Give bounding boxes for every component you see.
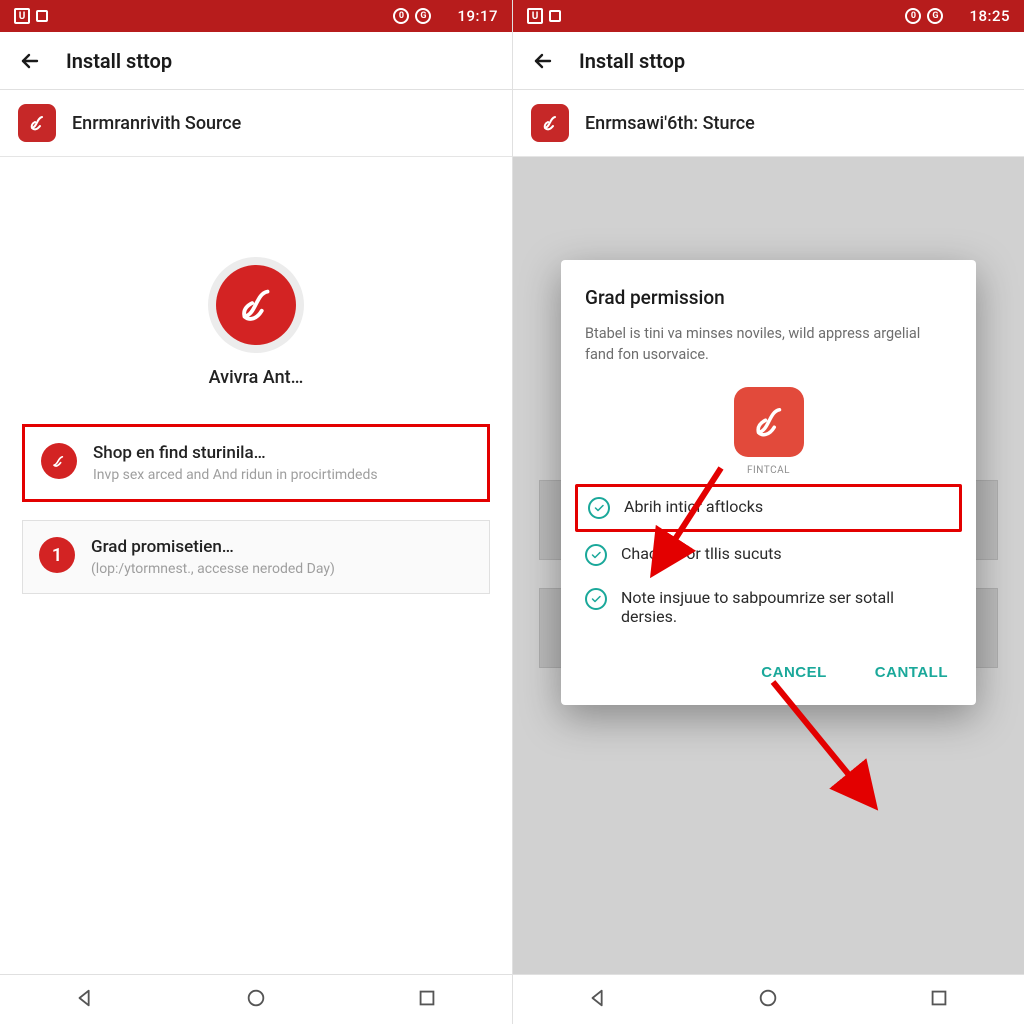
app-name: Avivra Ant… xyxy=(209,367,304,388)
back-icon[interactable] xyxy=(18,49,42,73)
card-icon xyxy=(41,443,77,479)
permission-item-1[interactable]: Abrih intior aftlocks xyxy=(575,484,962,532)
back-icon[interactable] xyxy=(531,49,555,73)
app-header: Install sttop xyxy=(513,32,1024,90)
cancel-button[interactable]: CANCEL xyxy=(757,656,831,689)
status-vpn-icon: 0 xyxy=(905,8,921,24)
confirm-button[interactable]: CANTALL xyxy=(871,656,952,689)
status-app-icon: U xyxy=(527,8,543,24)
card-subtitle: (lop:/ytormnest., accesse neroded Day) xyxy=(91,561,335,577)
check-icon xyxy=(585,544,607,566)
nav-home-icon[interactable] xyxy=(245,987,267,1013)
nav-recent-icon[interactable] xyxy=(928,987,950,1013)
dialog-title: Grad permission xyxy=(585,286,952,309)
install-step-card-1[interactable]: Shop en find sturinila… Invp sex arced a… xyxy=(22,424,490,502)
permission-label: Note insjuue to sabpoumrize ser sotall d… xyxy=(621,588,952,626)
status-bar: U 0 G 19:17 xyxy=(0,0,512,32)
nav-recent-icon[interactable] xyxy=(416,987,438,1013)
status-app-icon: U xyxy=(14,8,30,24)
permission-item-2[interactable]: Chacleal or tllis sucuts xyxy=(585,544,952,566)
install-source-label: Enrmranrivith Source xyxy=(72,113,241,134)
install-step-card-2[interactable]: 1 Grad promisetien… (lop:/ytormnest., ac… xyxy=(22,520,490,594)
nav-back-icon[interactable] xyxy=(587,987,609,1013)
status-sync-icon: G xyxy=(927,8,943,24)
status-vpn-icon: 0 xyxy=(393,8,409,24)
status-time: 19:17 xyxy=(457,7,498,25)
install-source-row[interactable]: Enrmsawi'6th: Sturce xyxy=(513,90,1024,157)
dialog-description: Btabel is tini va minses noviles, wild a… xyxy=(585,323,952,365)
source-app-icon xyxy=(18,104,56,142)
status-notification-icon xyxy=(549,10,561,22)
system-nav-bar xyxy=(513,974,1024,1024)
install-source-row[interactable]: Enrmranrivith Source xyxy=(0,90,512,157)
nav-back-icon[interactable] xyxy=(74,987,96,1013)
page-title: Install sttop xyxy=(579,49,685,73)
status-notification-icon xyxy=(36,10,48,22)
dialog-icon-caption: FINTCAL xyxy=(747,465,790,476)
nav-home-icon[interactable] xyxy=(757,987,779,1013)
check-icon xyxy=(588,497,610,519)
card-title: Grad promisetien… xyxy=(91,537,335,557)
card-number-icon: 1 xyxy=(39,537,75,573)
install-source-label: Enrmsawi'6th: Sturce xyxy=(585,113,755,134)
screenshot-left: U 0 G 19:17 Install sttop Enr xyxy=(0,0,512,1024)
app-header: Install sttop xyxy=(0,32,512,90)
card-subtitle: Invp sex arced and And ridun in procirti… xyxy=(93,467,378,483)
dialog-app-icon xyxy=(734,387,804,457)
app-badge-ring xyxy=(208,257,304,353)
page-title: Install sttop xyxy=(66,49,172,73)
install-body: Avivra Ant… Shop en find sturinila… Invp… xyxy=(0,157,512,974)
app-badge-icon xyxy=(216,265,296,345)
status-time: 18:25 xyxy=(969,7,1010,25)
screenshot-right: U 0 G 18:25 Install sttop Enrmsawi'6th: … xyxy=(512,0,1024,1024)
status-sync-icon: G xyxy=(415,8,431,24)
source-app-icon xyxy=(531,104,569,142)
permission-label: Chacleal or tllis sucuts xyxy=(621,544,782,563)
status-bar: U 0 G 18:25 xyxy=(513,0,1024,32)
card-title: Shop en find sturinila… xyxy=(93,443,378,463)
check-icon xyxy=(585,588,607,610)
permission-label: Abrih intior aftlocks xyxy=(624,497,763,516)
permission-dialog: Grad permission Btabel is tini va minses… xyxy=(561,260,976,705)
permission-list: Abrih intior aftlocks Chacleal or tllis … xyxy=(585,494,952,626)
permission-item-3[interactable]: Note insjuue to sabpoumrize ser sotall d… xyxy=(585,588,952,626)
system-nav-bar xyxy=(0,974,512,1024)
